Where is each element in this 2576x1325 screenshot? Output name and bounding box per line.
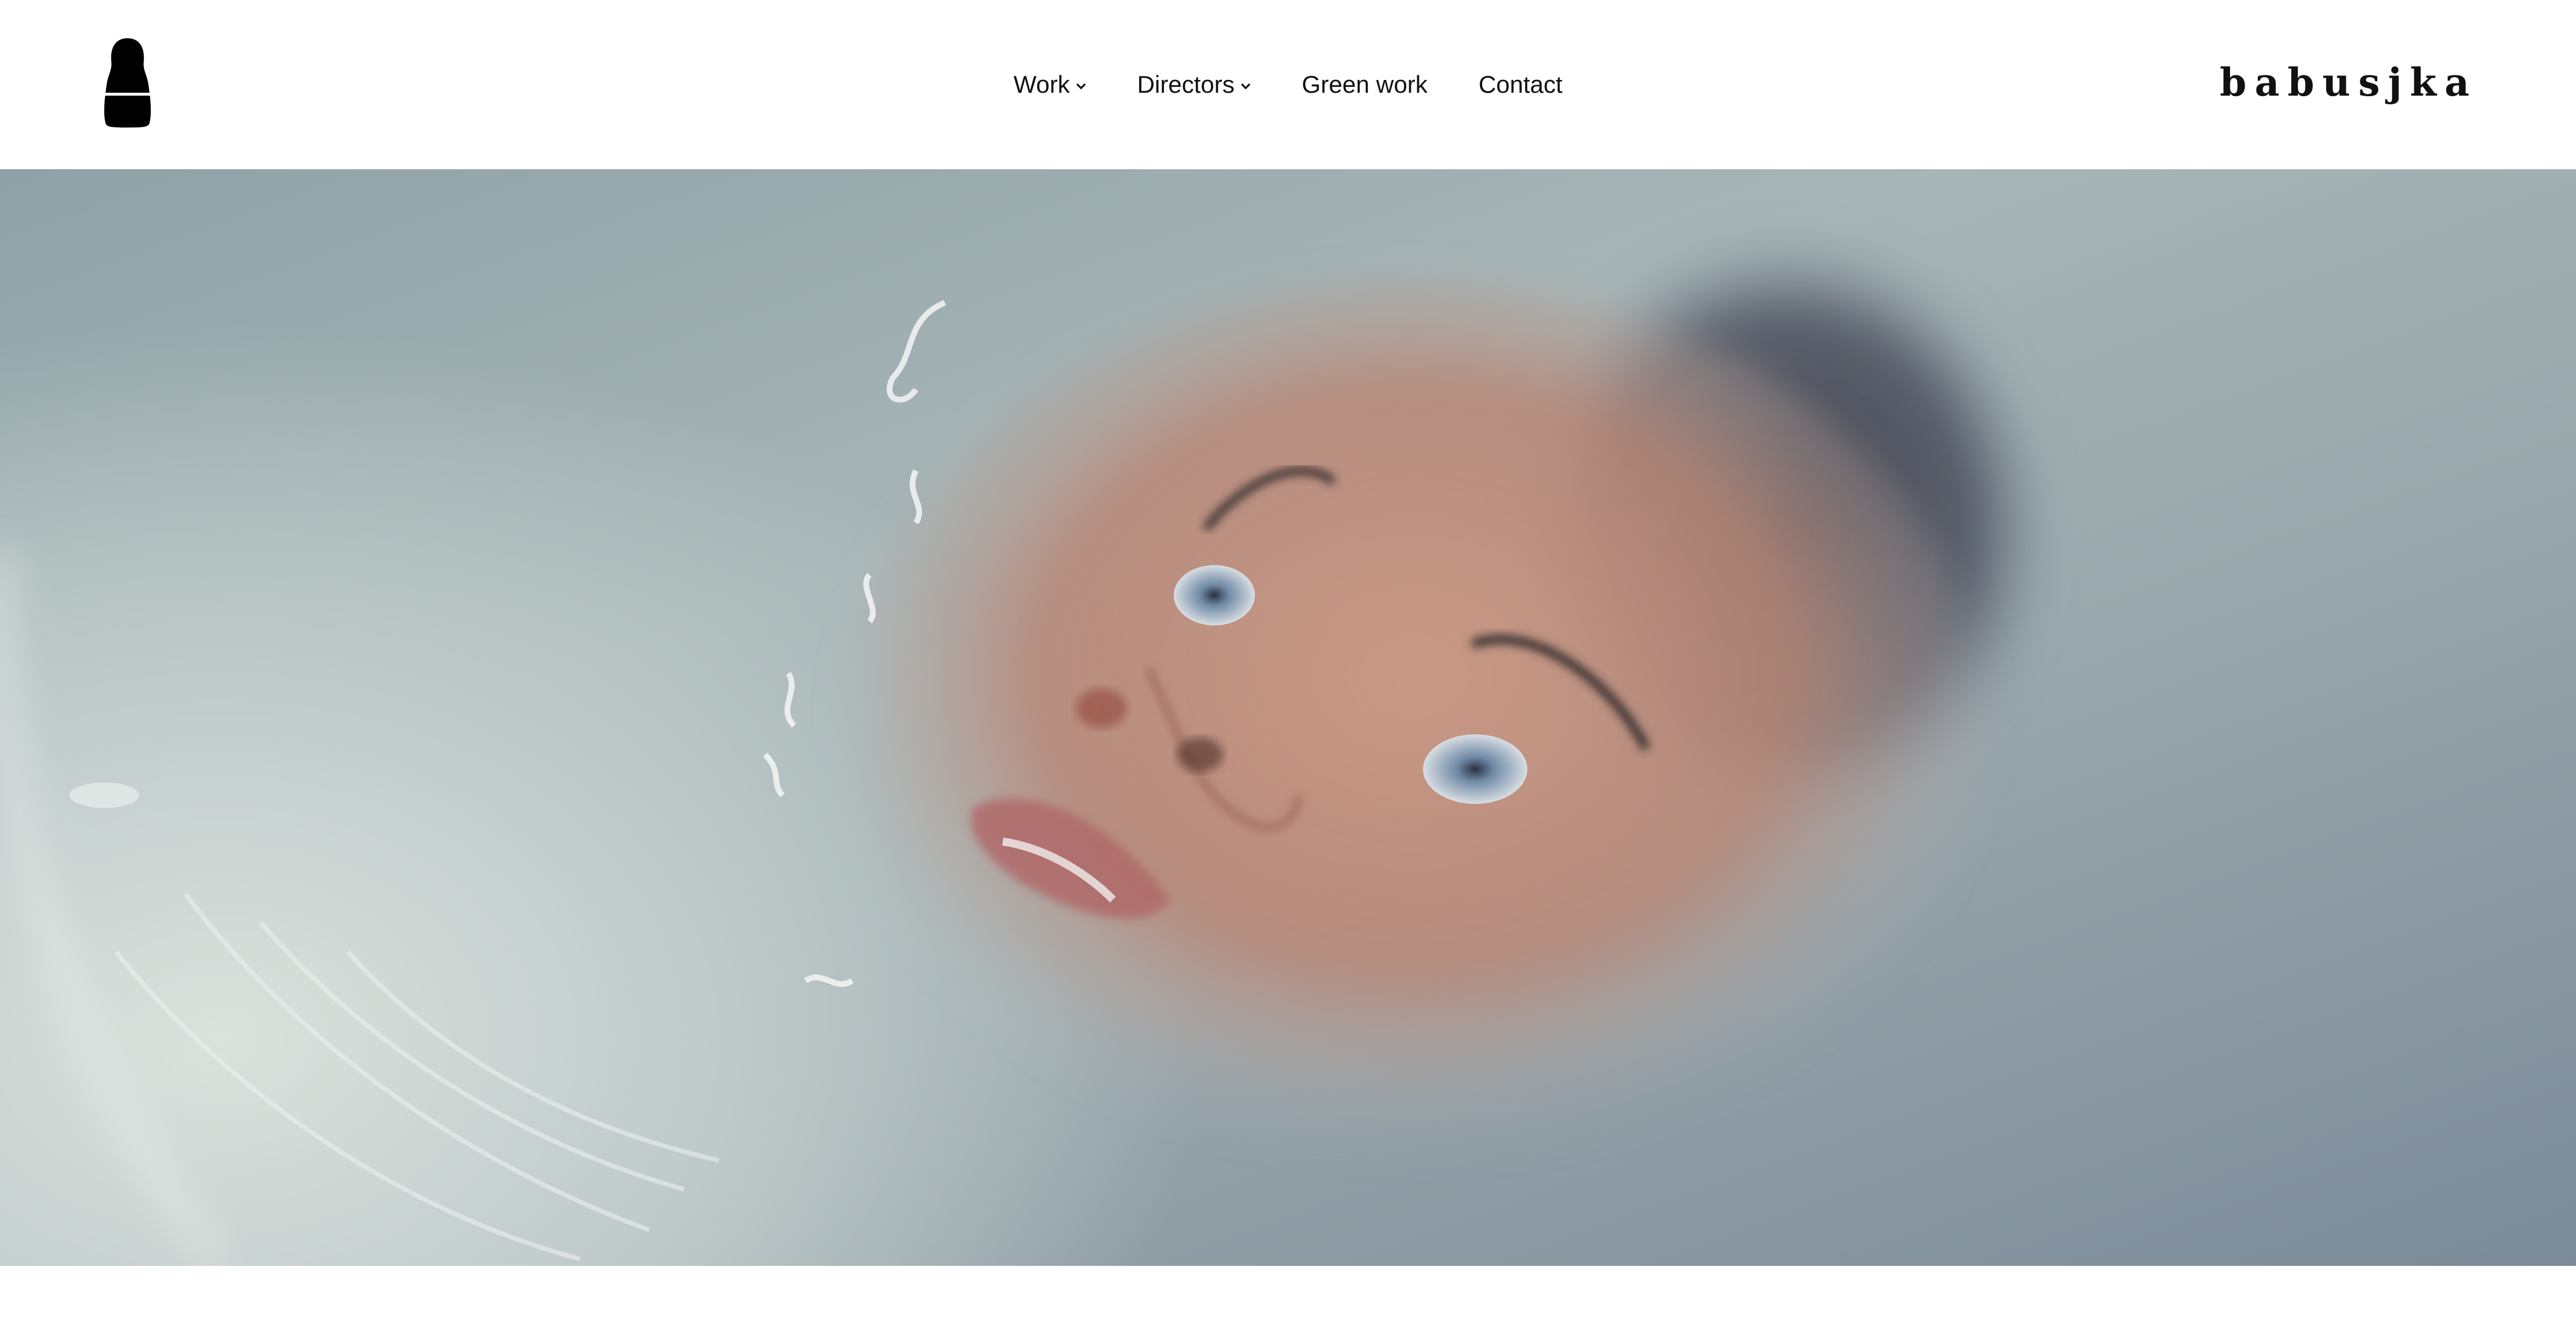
- nav-item-label: Green work: [1301, 71, 1428, 98]
- nav-item-work[interactable]: Work: [1013, 71, 1086, 99]
- chevron-down-icon: [1240, 83, 1250, 90]
- hero-image: [0, 169, 2576, 1266]
- page-bottom-strip: [0, 1266, 2576, 1325]
- brand-wordmark[interactable]: babusjka: [2220, 53, 2477, 111]
- nav-item-label: Work: [1013, 71, 1070, 98]
- nav-item-directors[interactable]: Directors: [1137, 71, 1251, 99]
- hero-illustration: [0, 227, 2058, 1266]
- nav-item-green-work[interactable]: Green work: [1302, 71, 1428, 99]
- chevron-down-icon: [1076, 83, 1086, 90]
- main-nav: Work Directors Green work Contact: [0, 0, 2576, 169]
- site-header: Work Directors Green work Contact babusj…: [0, 0, 2576, 169]
- matryoshka-logo-icon[interactable]: [100, 36, 155, 129]
- nav-item-label: Directors: [1137, 71, 1235, 98]
- nav-item-contact[interactable]: Contact: [1479, 71, 1563, 99]
- nav-item-label: Contact: [1478, 71, 1563, 98]
